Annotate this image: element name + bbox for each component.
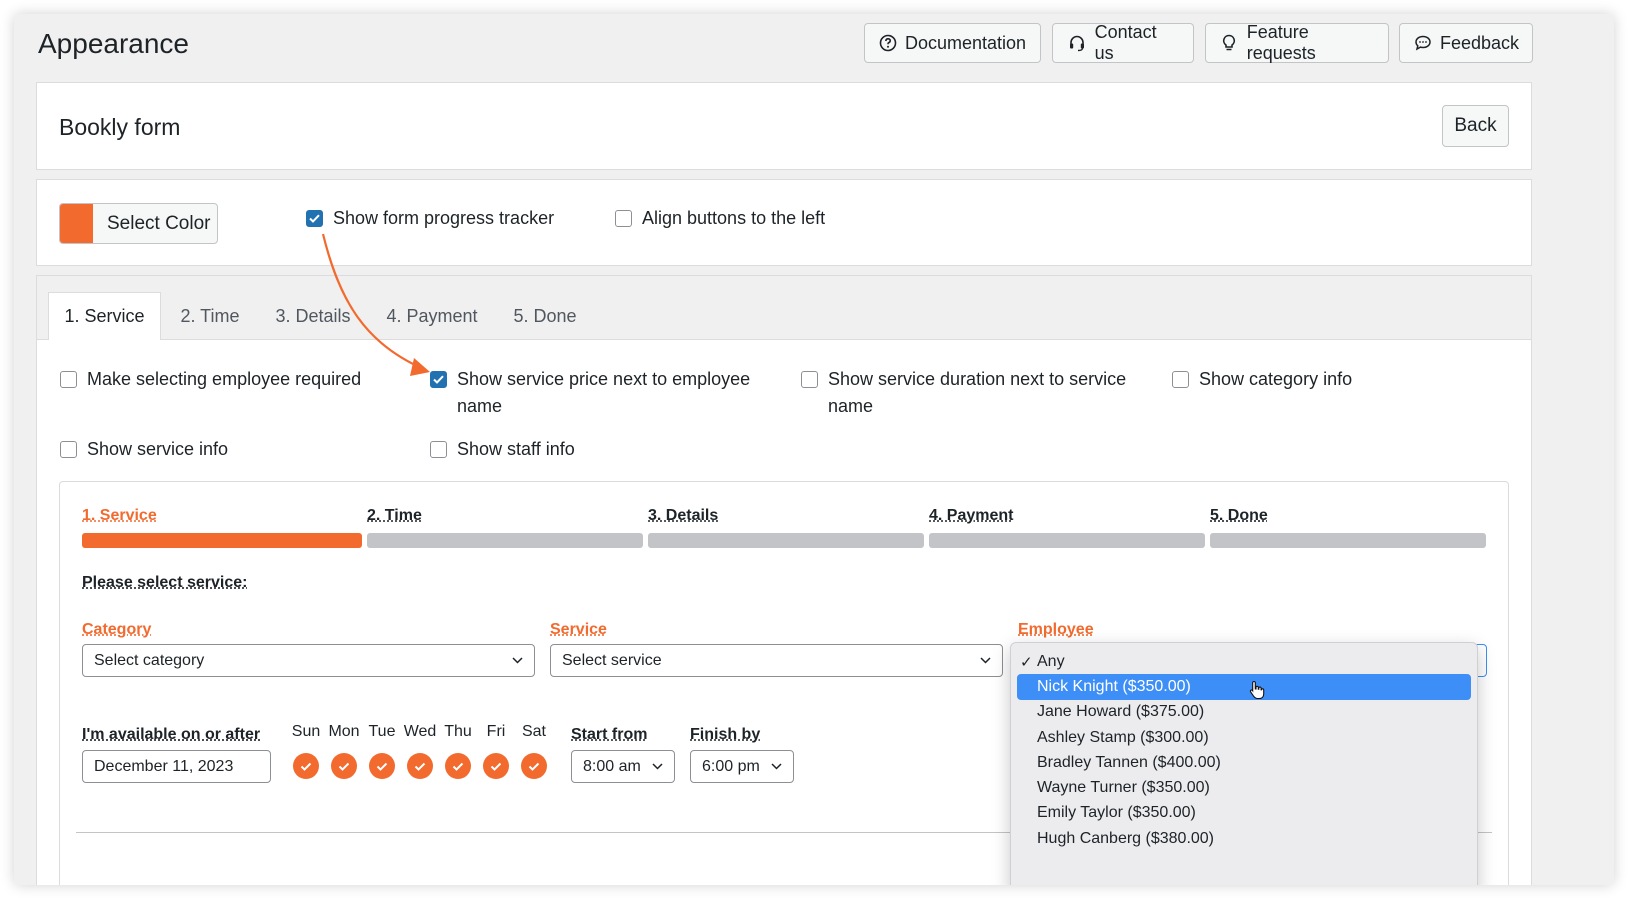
dropdown-option-ashley-stamp[interactable]: Ashley Stamp ($300.00) bbox=[1011, 725, 1477, 750]
dropdown-option-jane-howard[interactable]: Jane Howard ($375.00) bbox=[1011, 700, 1477, 725]
employee-dropdown-menu: ✓ Any Nick Knight ($350.00) Jane Howard … bbox=[1010, 642, 1478, 885]
app-window: Appearance Documentation Contact us Feat… bbox=[14, 14, 1614, 885]
dropdown-option-emily-taylor[interactable]: Emily Taylor ($350.00) bbox=[1011, 801, 1477, 826]
dropdown-option-any[interactable]: ✓ Any bbox=[1011, 649, 1477, 674]
checkmark-icon: ✓ bbox=[1020, 653, 1033, 671]
dropdown-option-nick-knight[interactable]: Nick Knight ($350.00) bbox=[1017, 674, 1471, 700]
dropdown-option-wayne-turner[interactable]: Wayne Turner ($350.00) bbox=[1011, 775, 1477, 800]
dropdown-option-hugh-canberg[interactable]: Hugh Canberg ($380.00) bbox=[1011, 826, 1477, 851]
hand-pointer-icon bbox=[1249, 681, 1265, 700]
dropdown-option-bradley-tannen[interactable]: Bradley Tannen ($400.00) bbox=[1011, 750, 1477, 775]
